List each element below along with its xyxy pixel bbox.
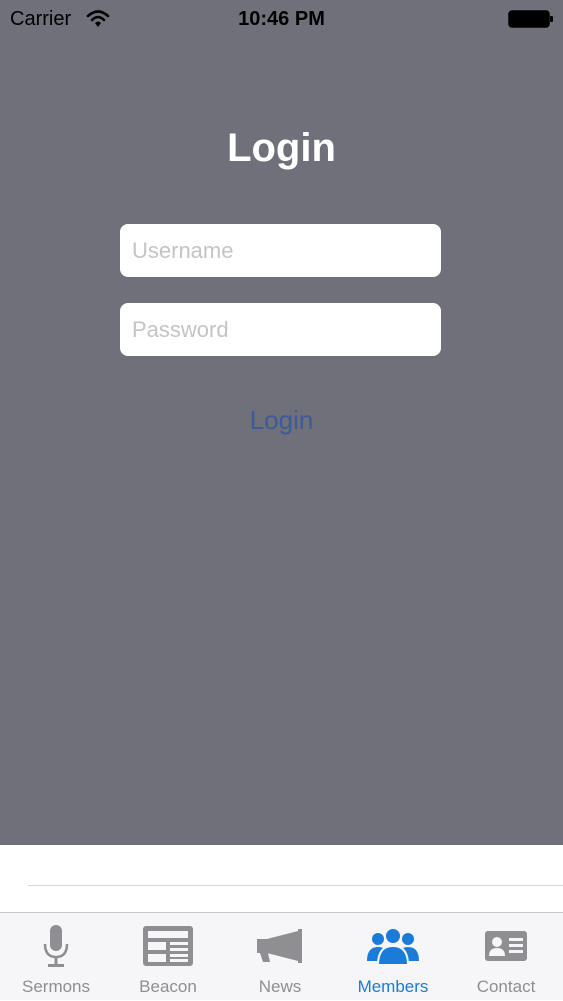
tab-label-news: News [258,977,302,996]
contact-card-icon [485,931,527,961]
content-background [0,845,563,913]
tab-members[interactable]: Members [337,913,449,1001]
login-title: Login [227,126,336,170]
newspaper-icon [143,926,193,966]
battery-icon [508,10,553,28]
tab-contact[interactable]: Contact [450,913,562,1001]
password-input[interactable] [120,303,441,356]
username-input[interactable] [120,224,441,277]
tab-sermons[interactable]: Sermons [0,913,112,1001]
tab-beacon[interactable]: Beacon [112,913,224,1001]
status-time: 10:46 PM [238,8,325,30]
microphone-icon [43,925,69,967]
tab-label-contact: Contact [476,977,536,996]
tab-news[interactable]: News [224,913,336,1001]
members-icon [367,927,419,965]
list-divider [28,885,563,886]
tab-label-beacon: Beacon [139,977,197,996]
status-bar: Carrier 10:46 PM [0,0,563,40]
tab-bar: Sermons Beacon News Members Contact [0,912,563,1000]
megaphone-icon [257,929,302,963]
login-button[interactable]: Login [200,400,363,440]
tab-label-sermons: Sermons [21,977,91,996]
tab-label-members: Members [357,977,429,996]
